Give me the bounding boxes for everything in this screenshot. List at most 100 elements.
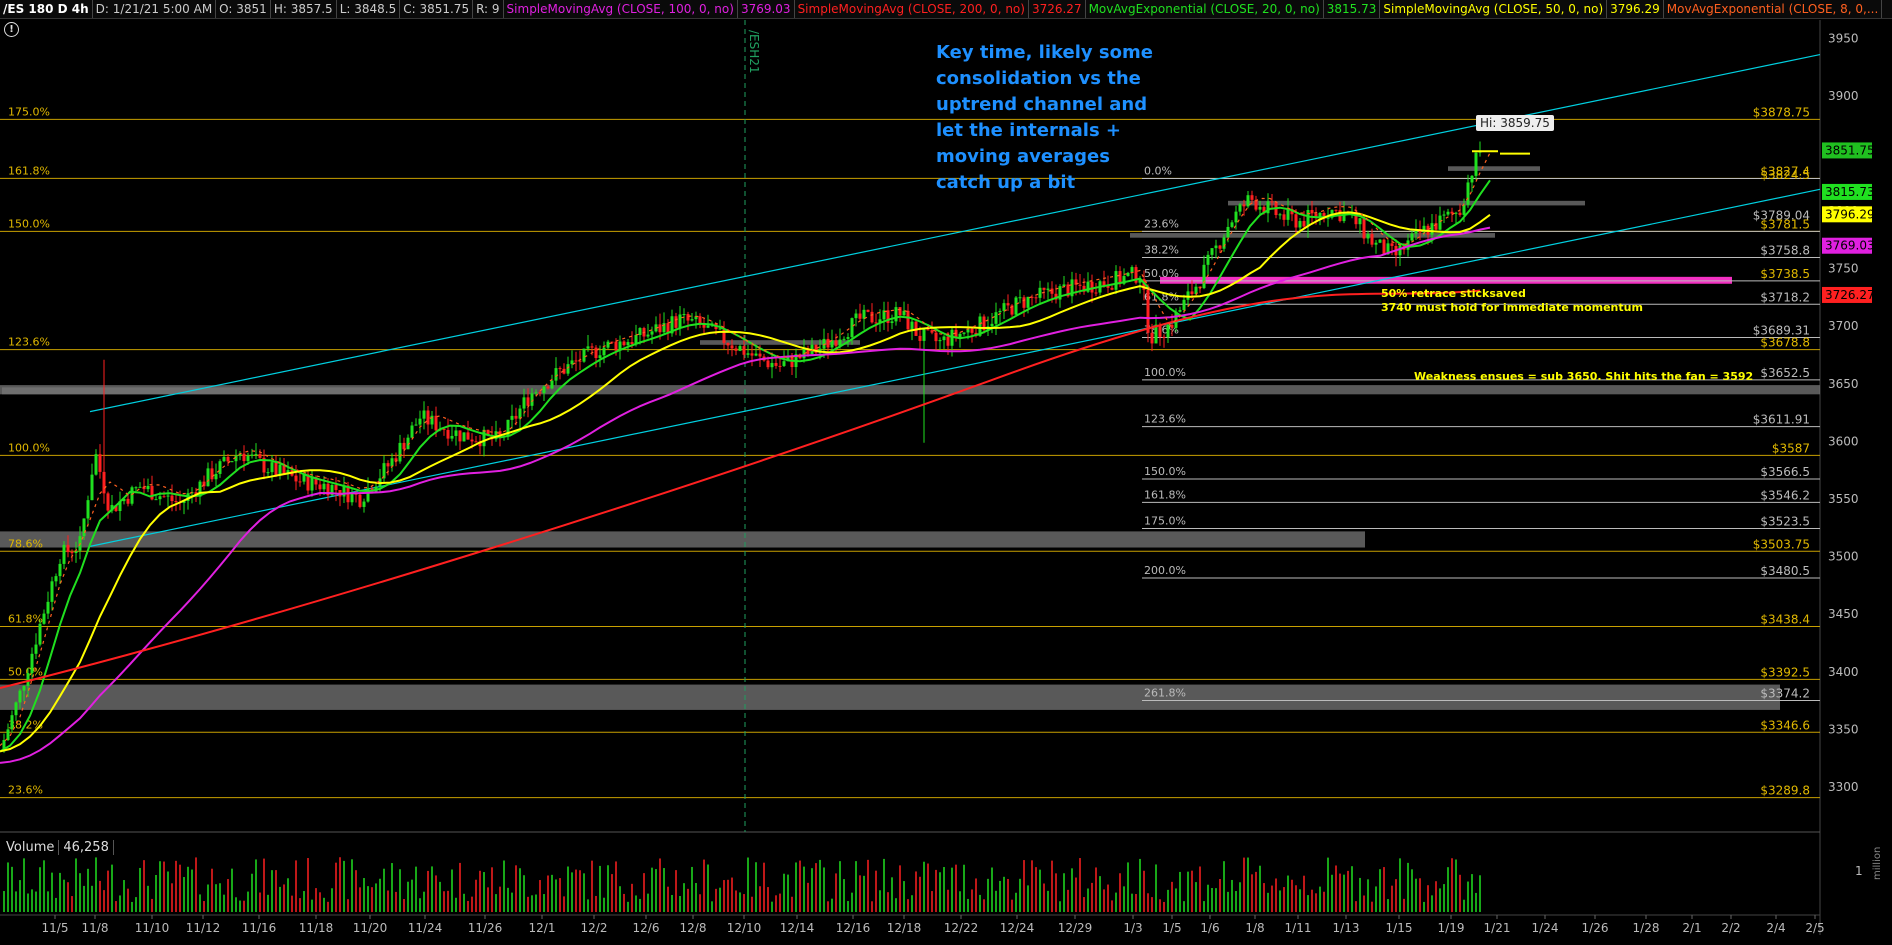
- candle: [726, 342, 730, 346]
- candle: [254, 453, 258, 455]
- x-tick-label: 11/10: [135, 921, 170, 935]
- candle: [26, 673, 30, 686]
- x-tick-label: 12/8: [680, 921, 707, 935]
- support-zone: [2, 387, 460, 395]
- x-tick-label: 11/5: [42, 921, 69, 935]
- candle: [1218, 245, 1222, 249]
- last-price-label: 3815.73: [1825, 185, 1875, 199]
- candle: [62, 544, 66, 564]
- candle: [426, 410, 430, 425]
- fib-label-left: 23.6%: [8, 784, 43, 797]
- range-label: R: 9: [473, 0, 504, 18]
- candle: [602, 347, 606, 356]
- candle: [1306, 209, 1310, 227]
- x-tick-label: 1/8: [1245, 921, 1264, 935]
- x-tick-label: 11/20: [353, 921, 388, 935]
- study-label-4[interactable]: MovAvgExponential (CLOSE, 8, 0,...: [1664, 0, 1883, 18]
- x-tick-label: 1/13: [1333, 921, 1360, 935]
- x-tick-label: 11/8: [82, 921, 109, 935]
- candle: [474, 441, 478, 443]
- candle: [42, 613, 46, 624]
- study-labels: SimpleMovingAvg (CLOSE, 100, 0, no) 3769.…: [504, 0, 1883, 18]
- study-label-2[interactable]: MovAvgExponential (CLOSE, 20, 0, no): [1086, 0, 1324, 18]
- candle: [658, 324, 662, 333]
- candle: [34, 644, 38, 654]
- candle: [1286, 209, 1290, 220]
- candle: [1162, 336, 1166, 338]
- candle: [82, 518, 86, 537]
- candle: [1238, 204, 1242, 212]
- candle: [1470, 175, 1474, 183]
- candle: [418, 418, 422, 425]
- x-tick-label: 1/24: [1532, 921, 1559, 935]
- candle: [54, 576, 58, 582]
- candle: [1438, 215, 1442, 230]
- fib-label-left: 175.0%: [8, 105, 50, 118]
- candle: [650, 331, 654, 335]
- last-price-label: 3796.29: [1825, 207, 1875, 221]
- candle: [1370, 234, 1374, 245]
- candle: [294, 475, 298, 482]
- candle: [18, 690, 22, 703]
- price-label: $3438.4: [1760, 613, 1810, 627]
- candle: [274, 462, 278, 476]
- candle: [906, 310, 910, 330]
- candle: [766, 360, 770, 368]
- info-icon[interactable]: !: [4, 22, 19, 37]
- study-value-2: 3815.73: [1324, 0, 1381, 18]
- contract-marker-label: /ESH21: [747, 30, 761, 74]
- candle: [226, 456, 230, 462]
- volume-label: Volume 46,258: [2, 840, 114, 855]
- candle: [938, 340, 942, 342]
- y-tick-label: 3300: [1828, 780, 1859, 794]
- symbol-label[interactable]: /ES 180 D 4h: [0, 0, 93, 18]
- fib-label-right: 261.8%: [1144, 686, 1186, 699]
- study-value-0: 3769.03: [738, 0, 795, 18]
- candle: [126, 498, 130, 504]
- x-tick-label: 11/12: [186, 921, 221, 935]
- candle: [322, 483, 326, 490]
- price-label: $3611.91: [1753, 413, 1810, 427]
- candle: [210, 468, 214, 480]
- fib-label-right: 200.0%: [1144, 564, 1186, 577]
- candle: [1242, 204, 1246, 207]
- candle: [898, 307, 902, 316]
- candle: [782, 361, 786, 366]
- candle: [958, 333, 962, 338]
- candle: [962, 332, 966, 334]
- candle: [206, 468, 210, 487]
- study-label-3[interactable]: SimpleMovingAvg (CLOSE, 50, 0, no): [1380, 0, 1608, 18]
- x-tick-label: 11/24: [408, 921, 443, 935]
- candle: [466, 432, 470, 440]
- candle: [750, 353, 754, 356]
- candle: [1114, 271, 1118, 290]
- candle: [1282, 214, 1286, 220]
- candle: [310, 477, 314, 491]
- candle: [718, 328, 722, 330]
- candle: [1182, 299, 1186, 311]
- study-label-0[interactable]: SimpleMovingAvg (CLOSE, 100, 0, no): [504, 0, 738, 18]
- candle: [174, 501, 178, 503]
- study-label-1[interactable]: SimpleMovingAvg (CLOSE, 200, 0, no): [795, 0, 1029, 18]
- y-tick-label: 3450: [1828, 607, 1859, 621]
- candle: [70, 552, 74, 554]
- y-tick-label: 3500: [1828, 550, 1859, 564]
- candle: [998, 310, 1002, 313]
- candle: [102, 471, 106, 494]
- x-tick-label: 1/21: [1484, 921, 1511, 935]
- candle: [98, 454, 102, 472]
- candle: [674, 316, 678, 328]
- candle: [574, 360, 578, 362]
- candle: [1374, 242, 1378, 245]
- candle: [1062, 284, 1066, 287]
- candle: [946, 336, 950, 346]
- hi-tag: Hi: 3859.75: [1476, 115, 1554, 131]
- fib-label-right: 100.0%: [1144, 366, 1186, 379]
- candle: [558, 368, 562, 370]
- candle: [1126, 272, 1130, 277]
- candle: [842, 338, 846, 340]
- candle: [606, 341, 610, 348]
- y-tick-label: 3650: [1828, 377, 1859, 391]
- fib-label-left: 123.6%: [8, 336, 50, 349]
- candle: [138, 486, 142, 488]
